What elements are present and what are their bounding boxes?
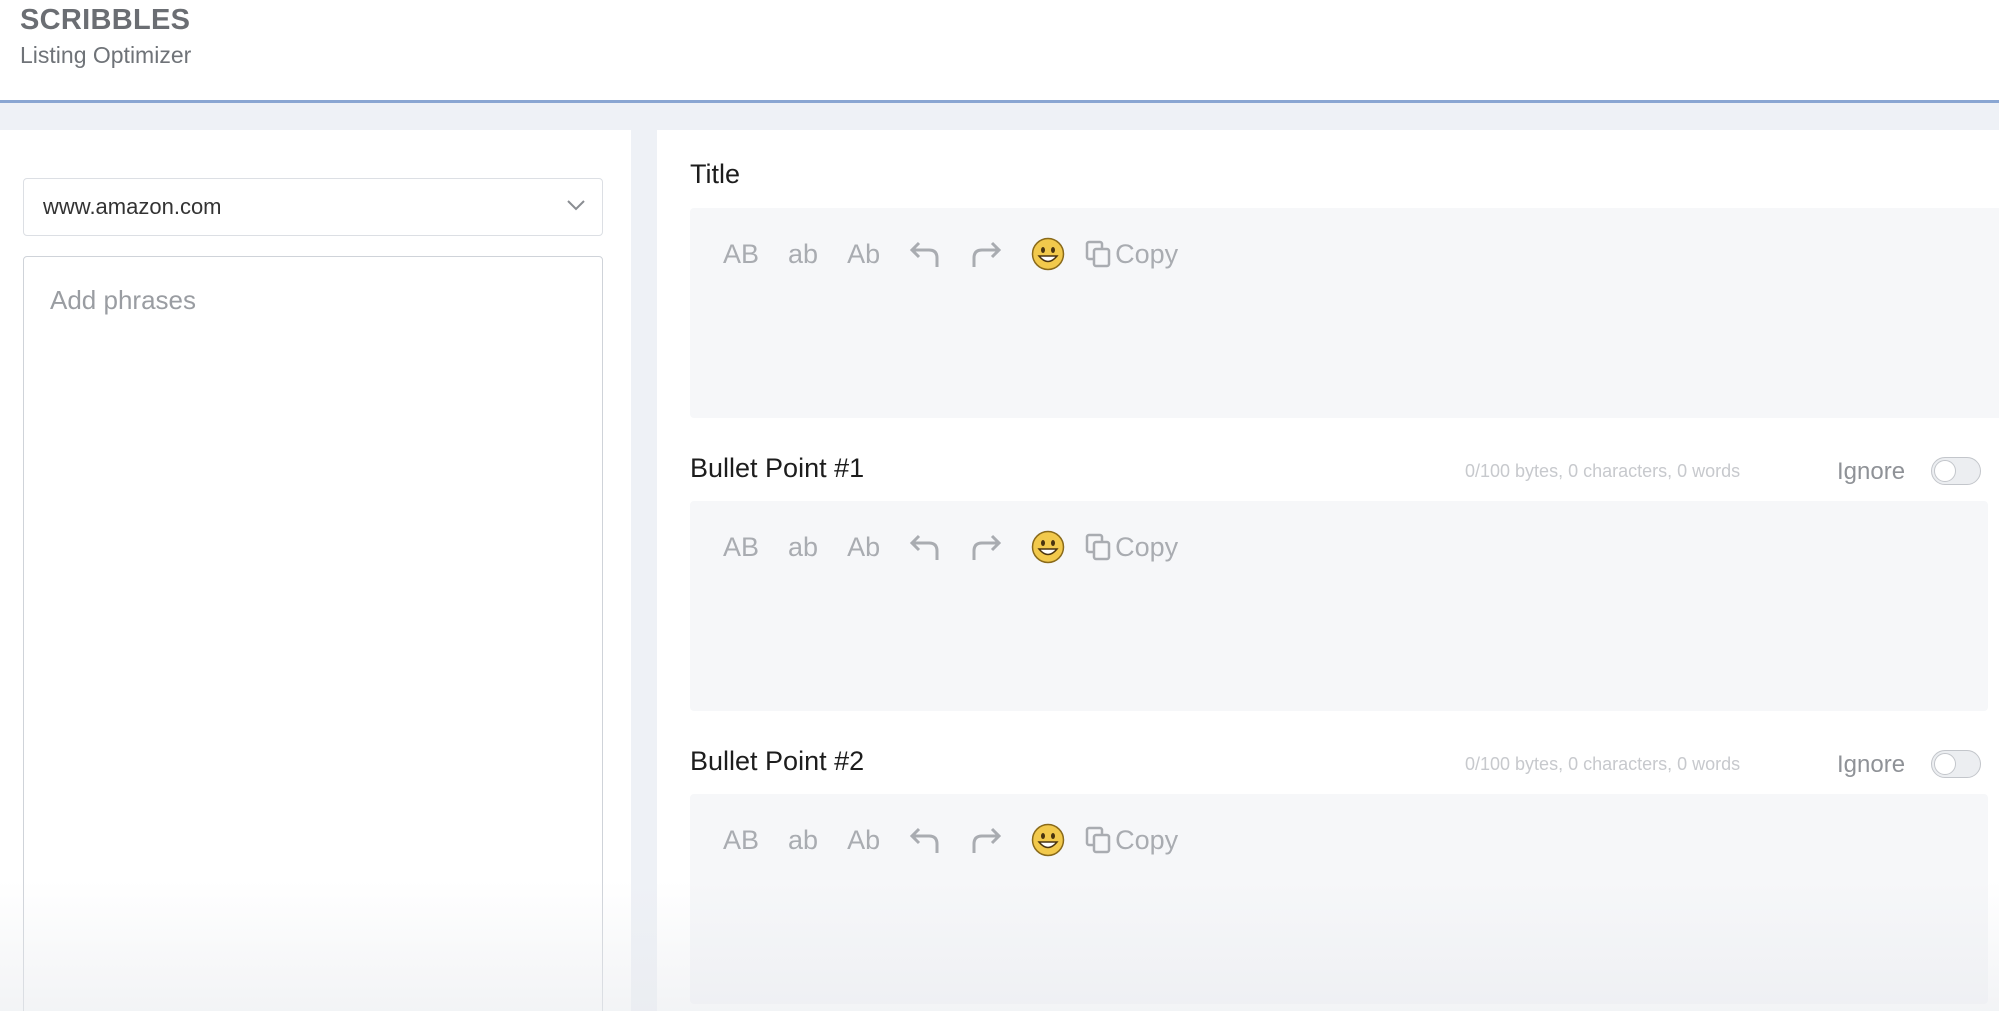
emoji-icon[interactable] [1031, 237, 1065, 271]
lowercase-button[interactable]: ab [788, 527, 818, 567]
redo-icon [972, 534, 1002, 560]
copy-button[interactable]: Copy [1085, 239, 1178, 270]
copy-icon [1085, 826, 1111, 854]
copy-label: Copy [1115, 824, 1179, 855]
titlecase-button[interactable]: Ab [847, 820, 880, 860]
phrases-input[interactable]: Add phrases [23, 256, 603, 1011]
emoji-icon[interactable] [1031, 823, 1065, 857]
app-brand: SCRIBBLES [20, 4, 191, 36]
copy-label: Copy [1115, 238, 1179, 269]
bullet-point-1-stats: 0/100 bytes, 0 characters, 0 words [1465, 461, 1741, 481]
bullet-point-1-editor[interactable]: AB ab Ab Copy [690, 501, 1988, 711]
undo-button[interactable] [909, 239, 941, 269]
lowercase-button[interactable]: ab [788, 234, 818, 274]
copy-icon [1085, 533, 1111, 561]
uppercase-button[interactable]: AB [723, 527, 759, 567]
redo-icon [972, 827, 1002, 853]
toggle-knob [1934, 460, 1956, 482]
copy-label: Copy [1115, 531, 1179, 562]
redo-button[interactable] [970, 825, 1002, 855]
bullet-point-2-stats: 0/100 bytes, 0 characters, 0 words [1465, 754, 1741, 774]
bullet-point-1-label: Bullet Point #1 [690, 453, 865, 483]
undo-button[interactable] [909, 532, 941, 562]
left-panel: www.amazon.com Add phrases [0, 130, 631, 1011]
copy-icon [1085, 240, 1111, 268]
chevron-down-icon [567, 200, 585, 211]
lowercase-button[interactable]: ab [788, 820, 818, 860]
title-editor[interactable]: AB ab Ab Copy [690, 208, 1999, 418]
app-subtitle: Listing Optimizer [20, 42, 192, 68]
bullet-point-2-ignore-toggle[interactable] [1931, 750, 1981, 778]
bullet-point-1-ignore-toggle[interactable] [1931, 457, 1981, 485]
titlecase-button[interactable]: Ab [847, 234, 880, 274]
bullet-point-1-toolbar: AB ab Ab Copy [723, 527, 1178, 567]
undo-icon [909, 241, 939, 267]
uppercase-button[interactable]: AB [723, 234, 759, 274]
phrases-placeholder: Add phrases [50, 285, 196, 315]
copy-button[interactable]: Copy [1085, 825, 1178, 856]
bullet-point-2-toolbar: AB ab Ab Copy [723, 820, 1178, 860]
undo-icon [909, 534, 939, 560]
toggle-knob [1934, 753, 1956, 775]
titlecase-button[interactable]: Ab [847, 527, 880, 567]
copy-button[interactable]: Copy [1085, 532, 1178, 563]
uppercase-button[interactable]: AB [723, 820, 759, 860]
app-header: SCRIBBLES Listing Optimizer [0, 0, 1999, 103]
redo-icon [972, 241, 1002, 267]
undo-button[interactable] [909, 825, 941, 855]
emoji-icon[interactable] [1031, 530, 1065, 564]
editor-panel: Title AB ab Ab Copy Bullet Point #1 0/10… [657, 130, 1999, 1011]
bullet-point-2-label: Bullet Point #2 [690, 746, 865, 776]
bullet-point-1-ignore-label: Ignore [1837, 458, 1906, 485]
marketplace-select-value: www.amazon.com [43, 194, 222, 219]
title-toolbar: AB ab Ab Copy [723, 234, 1178, 274]
undo-icon [909, 827, 939, 853]
redo-button[interactable] [970, 532, 1002, 562]
title-label: Title [690, 159, 741, 189]
bullet-point-2-editor[interactable]: AB ab Ab Copy [690, 794, 1988, 1004]
bullet-point-2-ignore-label: Ignore [1837, 751, 1906, 778]
redo-button[interactable] [970, 239, 1002, 269]
marketplace-select[interactable]: www.amazon.com [23, 178, 603, 236]
